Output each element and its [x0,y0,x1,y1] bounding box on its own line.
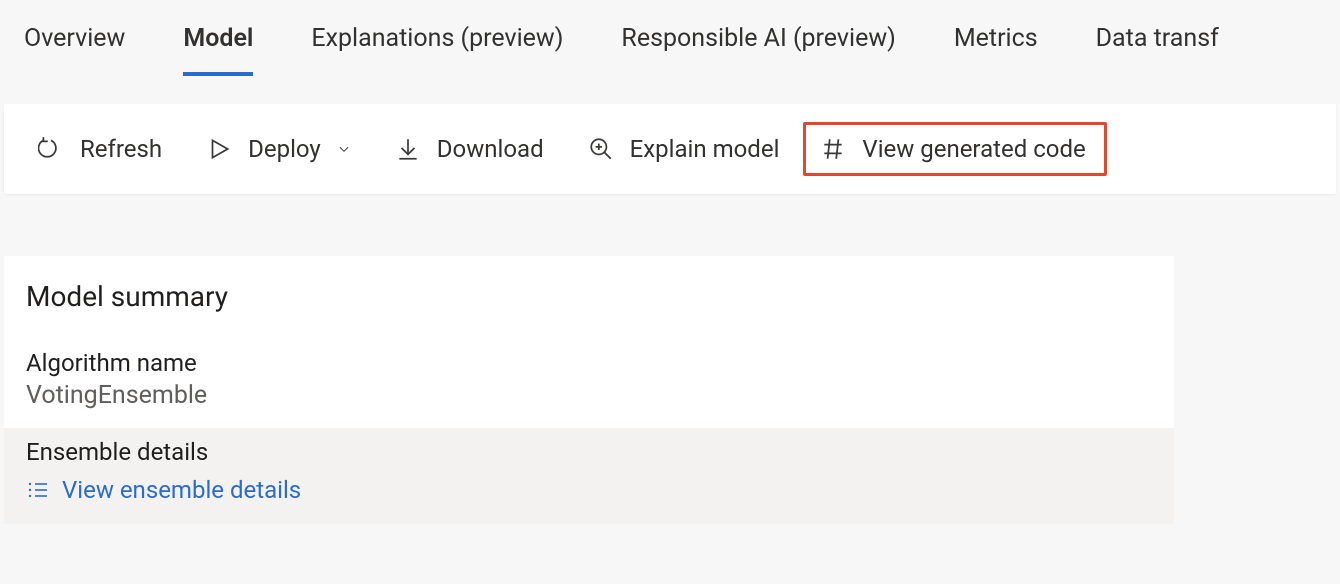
list-icon [26,478,50,502]
tab-responsible-ai[interactable]: Responsible AI (preview) [621,24,895,72]
hash-icon [820,136,846,162]
model-summary-title: Model summary [4,256,1174,339]
tab-data-transformation[interactable]: Data transf [1096,24,1219,72]
tab-model[interactable]: Model [183,24,253,76]
view-ensemble-details-text: View ensemble details [62,476,301,504]
command-bar: Refresh Deploy Download Explain model [4,104,1336,194]
play-icon [206,136,232,162]
deploy-button[interactable]: Deploy [186,127,371,171]
refresh-label: Refresh [80,135,162,163]
chevron-down-icon [337,142,351,156]
deploy-label: Deploy [248,135,321,163]
download-label: Download [437,135,544,163]
download-icon [395,136,421,162]
view-ensemble-details-link[interactable]: View ensemble details [26,476,301,504]
tab-explanations[interactable]: Explanations (preview) [311,24,563,72]
refresh-button[interactable]: Refresh [18,127,182,171]
tab-overview[interactable]: Overview [24,24,125,72]
explain-model-button[interactable]: Explain model [568,127,800,171]
model-summary-card: Model summary Algorithm name VotingEnsem… [4,256,1174,524]
highlight-annotation: View generated code [803,122,1106,176]
tabs-bar: Overview Model Explanations (preview) Re… [0,0,1340,76]
ensemble-details-label: Ensemble details [26,438,1152,466]
zoom-in-icon [588,136,614,162]
view-generated-code-label: View generated code [862,135,1085,163]
algorithm-name-value: VotingEnsemble [26,381,1152,410]
algorithm-name-field: Algorithm name VotingEnsemble [4,339,1174,428]
explain-model-label: Explain model [630,135,780,163]
ensemble-details-field: Ensemble details View ensemble details [4,428,1174,524]
tab-metrics[interactable]: Metrics [954,24,1038,72]
algorithm-name-label: Algorithm name [26,349,1152,377]
refresh-icon [38,136,64,162]
download-button[interactable]: Download [375,127,564,171]
view-generated-code-button[interactable]: View generated code [810,129,1095,169]
